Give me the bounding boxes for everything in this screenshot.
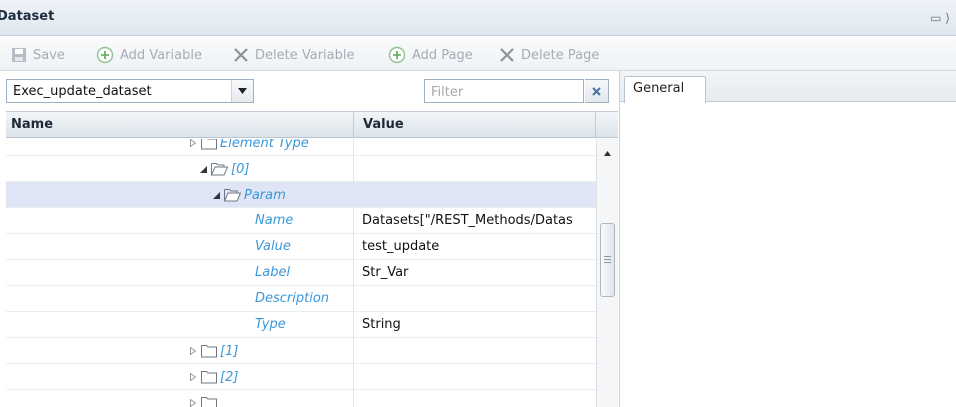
row-divider	[353, 139, 354, 156]
tree-row[interactable]	[6, 390, 596, 407]
folder-icon	[201, 370, 217, 384]
dataset-select-value: Exec_update_dataset	[13, 84, 152, 99]
tree-node: [1]	[187, 343, 238, 359]
filter-input[interactable]: Filter	[424, 79, 584, 103]
grid-header: Name Value	[6, 112, 618, 138]
add-circle-icon	[388, 46, 406, 64]
tab-label: General	[633, 81, 685, 96]
folder-icon	[201, 139, 217, 150]
delete-variable-label: Delete Variable	[255, 47, 355, 63]
folder-icon	[201, 396, 217, 407]
toolbar: Save Add Variable Delete Variable Add Pa…	[0, 37, 956, 71]
save-label: Save	[33, 47, 65, 63]
filter-placeholder: Filter	[431, 85, 464, 100]
expand-arrow-icon[interactable]	[187, 139, 199, 151]
row-divider	[353, 260, 354, 286]
add-page-label: Add Page	[412, 47, 473, 63]
tree-node: [0]	[197, 161, 249, 177]
tab-strip: General	[620, 71, 956, 103]
tree-row[interactable]: [0]	[6, 156, 596, 182]
dropdown-button[interactable]	[231, 80, 253, 102]
grip-icon	[604, 256, 611, 263]
row-divider	[353, 156, 354, 182]
delete-variable-button[interactable]: Delete Variable	[233, 45, 354, 65]
grid-rows: Element Type [0] Param Name Datasets["/R…	[6, 139, 596, 407]
property-row[interactable]: Name Datasets["/REST_Methods/Datas	[6, 208, 596, 234]
row-divider	[353, 364, 354, 390]
tree-node	[187, 395, 220, 407]
property-row[interactable]: Value test_update	[6, 234, 596, 260]
row-divider	[353, 182, 354, 208]
save-icon	[11, 47, 27, 63]
collapse-arrow-icon[interactable]	[197, 161, 209, 177]
delete-x-icon	[499, 47, 515, 63]
delete-page-button[interactable]: Delete Page	[499, 45, 599, 65]
collapse-arrow-icon[interactable]	[210, 187, 222, 203]
tree-node-label: Param	[244, 187, 286, 203]
vertical-scrollbar[interactable]	[596, 139, 618, 407]
tree-node-label: [2]	[220, 369, 239, 385]
tree-row[interactable]: Element Type	[6, 139, 596, 156]
expand-arrow-icon[interactable]	[187, 395, 199, 407]
property-label: Description	[255, 291, 330, 306]
add-page-button[interactable]: Add Page	[388, 45, 473, 65]
row-divider	[353, 286, 354, 312]
property-value[interactable]: test_update	[362, 239, 596, 254]
row-divider	[353, 390, 354, 407]
row-divider	[353, 338, 354, 364]
delete-page-label: Delete Page	[521, 47, 600, 63]
tree-node-label: [0]	[231, 161, 250, 177]
property-row[interactable]: Type String	[6, 312, 596, 338]
save-button[interactable]: Save	[11, 45, 65, 65]
tree-node: [2]	[187, 369, 238, 385]
scrollbar-thumb[interactable]	[600, 223, 615, 297]
delete-x-icon	[233, 47, 249, 63]
minimize-icon[interactable]: ▭ ⟩	[930, 11, 950, 25]
folder-open-icon	[224, 188, 241, 202]
column-header-value[interactable]: Value	[363, 117, 404, 132]
row-divider	[353, 208, 354, 234]
window-title: Dataset	[0, 9, 55, 24]
column-divider	[595, 112, 596, 138]
variable-tree-grid: Name Value Element Type [0] Param Name D…	[6, 111, 618, 407]
window-titlebar: Dataset ▭ ⟩	[0, 0, 956, 36]
properties-panel: General	[619, 71, 956, 407]
property-label: Label	[255, 265, 291, 280]
property-value[interactable]: String	[362, 317, 596, 332]
property-value[interactable]: Datasets["/REST_Methods/Datas	[362, 213, 596, 228]
property-label: Name	[255, 213, 294, 228]
add-variable-button[interactable]: Add Variable	[96, 45, 202, 65]
property-label: Type	[255, 317, 286, 332]
tree-row[interactable]: [2]	[6, 364, 596, 390]
property-row[interactable]: Label Str_Var	[6, 260, 596, 286]
folder-icon	[201, 344, 217, 358]
column-divider[interactable]	[353, 112, 354, 138]
expand-arrow-icon[interactable]	[187, 343, 199, 359]
tree-node-label: [1]	[220, 343, 239, 359]
row-divider	[353, 312, 354, 338]
tree-node: Param	[210, 187, 286, 203]
tree-row-selected[interactable]: Param	[6, 182, 596, 208]
tab-general[interactable]: General	[624, 76, 706, 103]
tree-node-label: Element Type	[220, 139, 309, 151]
tree-node: Element Type	[187, 139, 309, 151]
column-header-name[interactable]: Name	[11, 117, 53, 132]
row-divider	[353, 234, 354, 260]
chevron-down-icon	[238, 88, 247, 94]
property-label: Value	[255, 239, 291, 254]
dataset-select[interactable]: Exec_update_dataset	[6, 79, 254, 103]
close-icon	[592, 87, 601, 96]
property-row[interactable]: Description	[6, 286, 596, 312]
folder-open-icon	[211, 162, 228, 176]
property-value[interactable]: Str_Var	[362, 265, 596, 280]
clear-filter-button[interactable]	[585, 79, 609, 103]
expand-arrow-icon[interactable]	[187, 369, 199, 385]
add-circle-icon	[96, 46, 114, 64]
tree-row[interactable]: [1]	[6, 338, 596, 364]
scroll-up-arrow-icon[interactable]	[604, 151, 611, 156]
add-variable-label: Add Variable	[120, 47, 202, 63]
